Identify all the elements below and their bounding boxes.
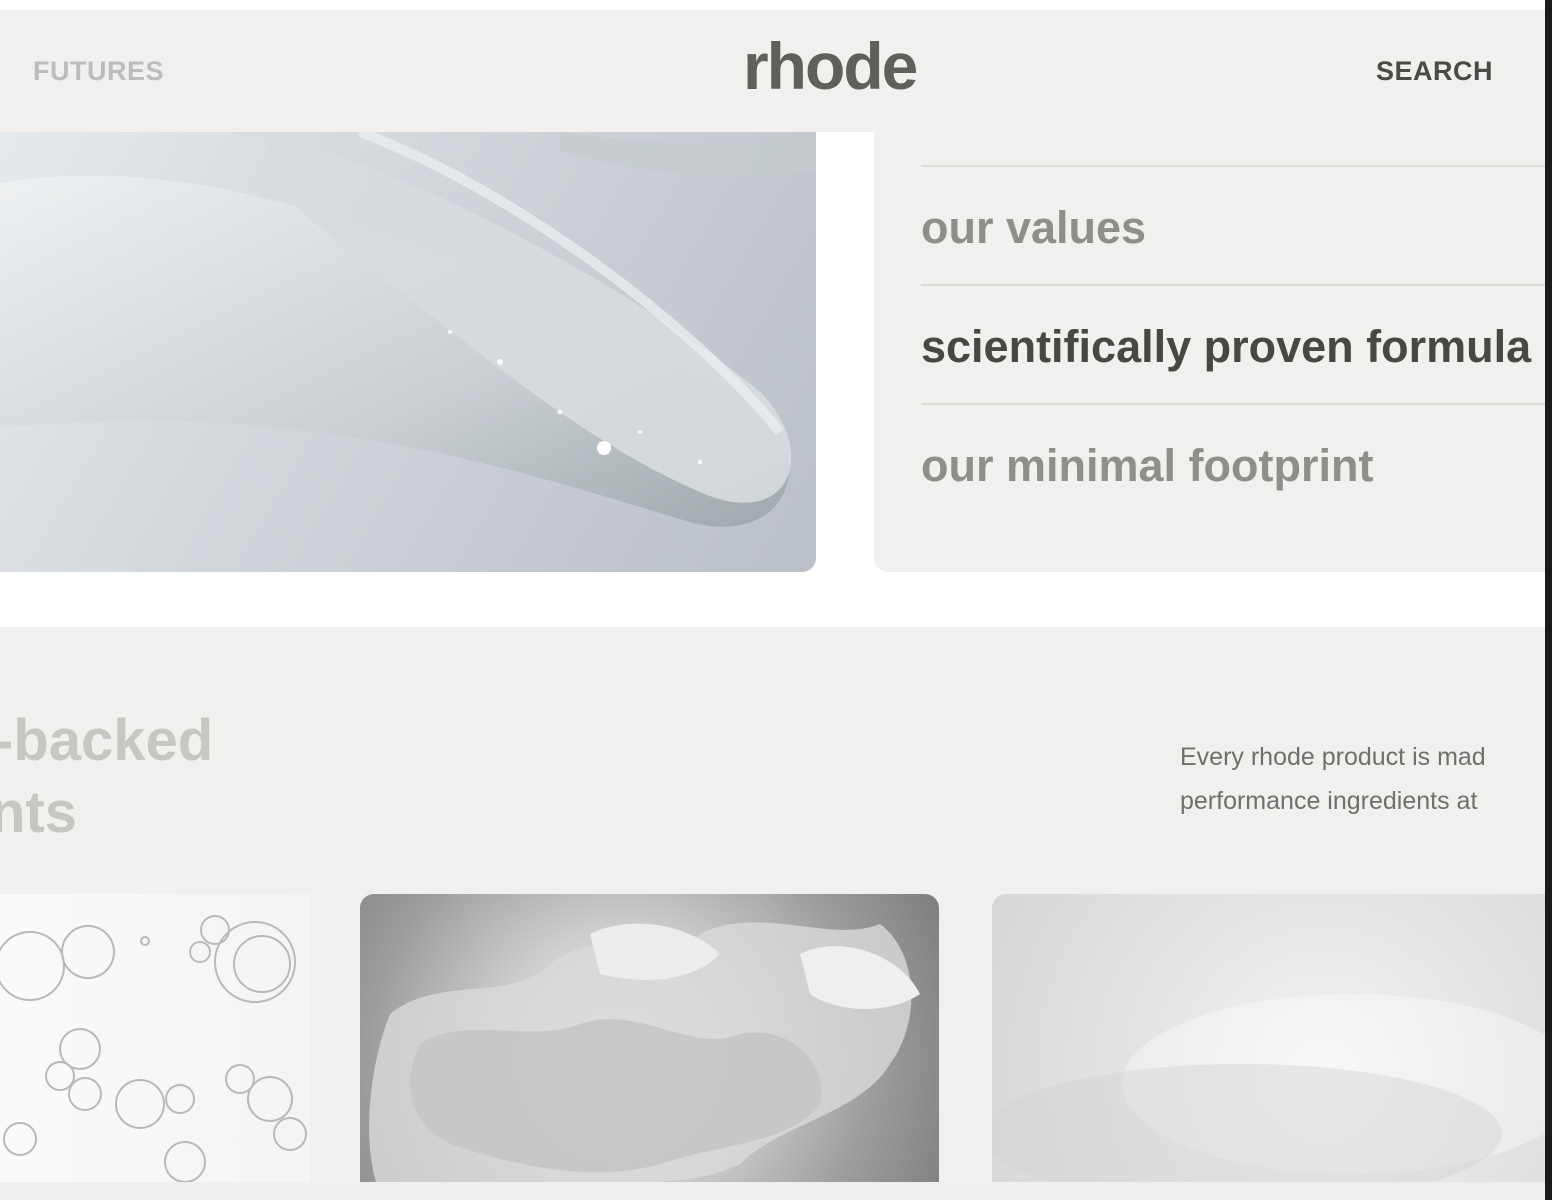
nav-search-link[interactable]: SEARCH (1376, 56, 1493, 87)
window-edge (1545, 0, 1552, 1200)
site-header: FUTURES rhode SEARCH (0, 10, 1545, 132)
section-heading-line2: nts (0, 780, 77, 845)
ingredient-image-bubbles[interactable] (0, 894, 310, 1194)
section-heading-line1: -backed (0, 708, 214, 773)
menu-divider (921, 403, 1545, 405)
menu-divider (921, 284, 1545, 286)
top-strip (0, 0, 1552, 10)
ingredient-image-crystals[interactable] (360, 894, 939, 1194)
menu-item-scientifically-proven-formula[interactable]: scientifically proven formula (921, 321, 1531, 373)
product-texture-image (0, 132, 816, 572)
values-menu-panel: our values scientifically proven formula… (874, 132, 1545, 572)
ingredients-section: -backed nts Every rhode product is mad p… (0, 627, 1545, 1200)
brand-logo[interactable]: rhode (743, 28, 918, 104)
section-description-line2: performance ingredients at (1180, 787, 1478, 815)
menu-item-our-values[interactable]: our values (921, 202, 1146, 254)
ingredient-image-powder[interactable] (992, 894, 1545, 1194)
menu-item-our-minimal-footprint[interactable]: our minimal footprint (921, 440, 1373, 492)
menu-divider (921, 165, 1545, 167)
section-description-line1: Every rhode product is mad (1180, 743, 1486, 771)
bottom-edge (0, 1182, 1545, 1200)
nav-futures-link[interactable]: FUTURES (33, 56, 164, 87)
